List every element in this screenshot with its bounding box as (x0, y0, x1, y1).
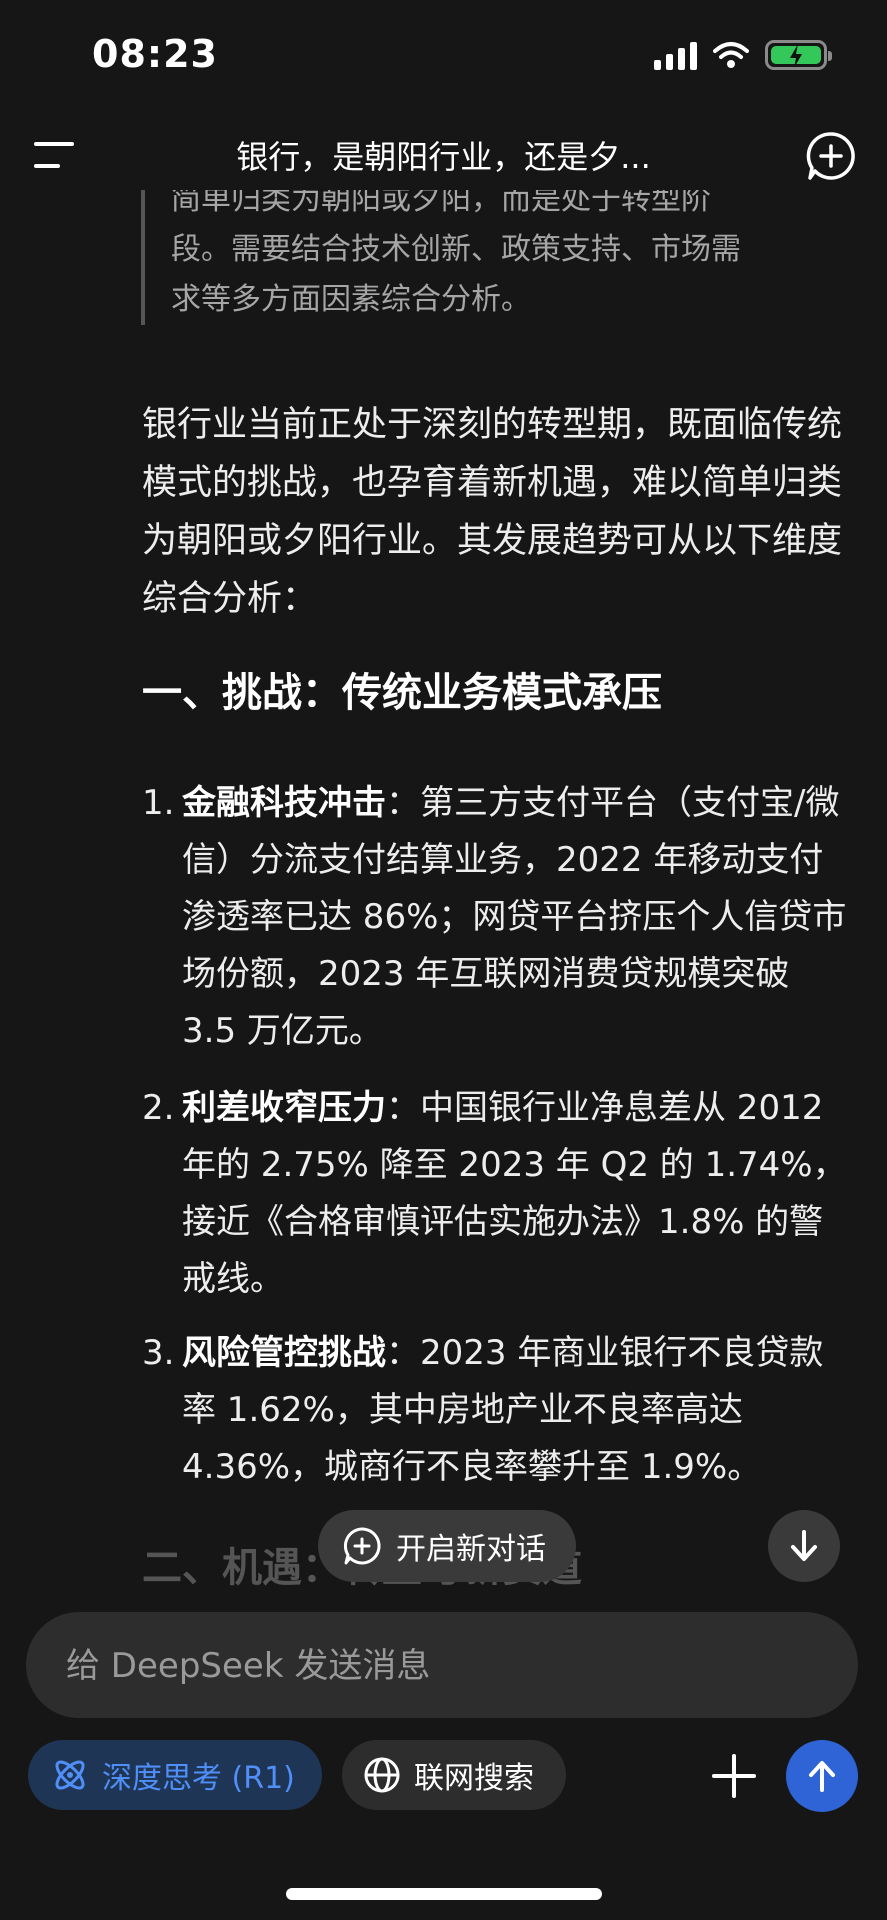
quote-line: 求等多方面因素综合分析。 (171, 282, 531, 317)
list-number: 2. (142, 1088, 175, 1128)
status-bar: 08:23 (0, 0, 887, 120)
menu-icon[interactable] (32, 138, 76, 172)
web-search-toggle[interactable]: 联网搜索 (342, 1740, 566, 1810)
cellular-signal-icon (654, 40, 697, 70)
chat-content[interactable]: 简单归类为朝阳或夕阳，而是处于转型阶 段。需要结合技术创新、政策支持、市场需 求… (0, 190, 887, 1590)
start-new-chat-label: 开启新对话 (396, 1532, 546, 1567)
list-item-title: 金融科技冲击 (182, 783, 386, 823)
status-time: 08:23 (92, 32, 218, 76)
status-icons (654, 40, 832, 70)
intro-paragraph: 银行业当前正处于深刻的转型期，既面临传统模式的挑战，也孕育着新机遇，难以简单归类… (142, 405, 843, 619)
deep-think-toggle[interactable]: 深度思考 (R1) (28, 1740, 322, 1810)
arrow-down-icon (791, 1530, 817, 1561)
message-input[interactable] (64, 1612, 808, 1720)
list-item: 1. 金融科技冲击：第三方支付平台（支付宝/微信）分流支付结算业务，2022 年… (142, 775, 852, 1060)
chat-header: 银行，是朝阳行业，还是夕... (0, 120, 887, 190)
new-chat-icon[interactable] (805, 130, 857, 182)
web-search-label: 联网搜索 (414, 1761, 534, 1796)
wifi-icon (713, 42, 749, 68)
globe-icon (364, 1757, 400, 1793)
scroll-to-bottom-button[interactable] (768, 1510, 840, 1582)
list-item-text: ：第三方支付平台（支付宝/微信）分流支付结算业务，2022 年移动支付渗透率已达… (182, 783, 847, 1051)
list-item: 2. 利差收窄压力：中国银行业净息差从 2012 年的 2.75% 降至 202… (142, 1080, 852, 1308)
home-indicator (286, 1888, 602, 1900)
start-new-chat-button[interactable]: 开启新对话 (318, 1510, 576, 1582)
atom-icon (55, 1760, 85, 1790)
deep-think-label: 深度思考 (R1) (102, 1761, 295, 1796)
message-composer (26, 1612, 858, 1720)
section-heading-challenges: 一、挑战：传统业务模式承压 (142, 670, 662, 716)
list-item-title: 利差收窄压力 (182, 1088, 386, 1128)
quote-line: 段。需要结合技术创新、政策支持、市场需 (171, 232, 741, 267)
list-number: 3. (142, 1333, 175, 1373)
send-button[interactable] (786, 1740, 858, 1812)
arrow-up-icon (809, 1761, 835, 1792)
list-item-title: 风险管控挑战 (182, 1333, 386, 1373)
new-chat-icon (343, 1527, 381, 1565)
quote-line: 简单归类为朝阳或夕阳，而是处于转型阶 (171, 190, 711, 217)
list-item: 3. 风险管控挑战：2023 年商业银行不良贷款率 1.62%，其中房地产业不良… (142, 1325, 852, 1496)
chat-title: 银行，是朝阳行业，还是夕... (236, 138, 651, 176)
thinking-quote: 简单归类为朝阳或夕阳，而是处于转型阶 段。需要结合技术创新、政策支持、市场需 求… (141, 190, 811, 325)
list-number: 1. (142, 783, 175, 823)
battery-icon (765, 40, 832, 70)
attach-plus-icon[interactable] (706, 1748, 762, 1804)
